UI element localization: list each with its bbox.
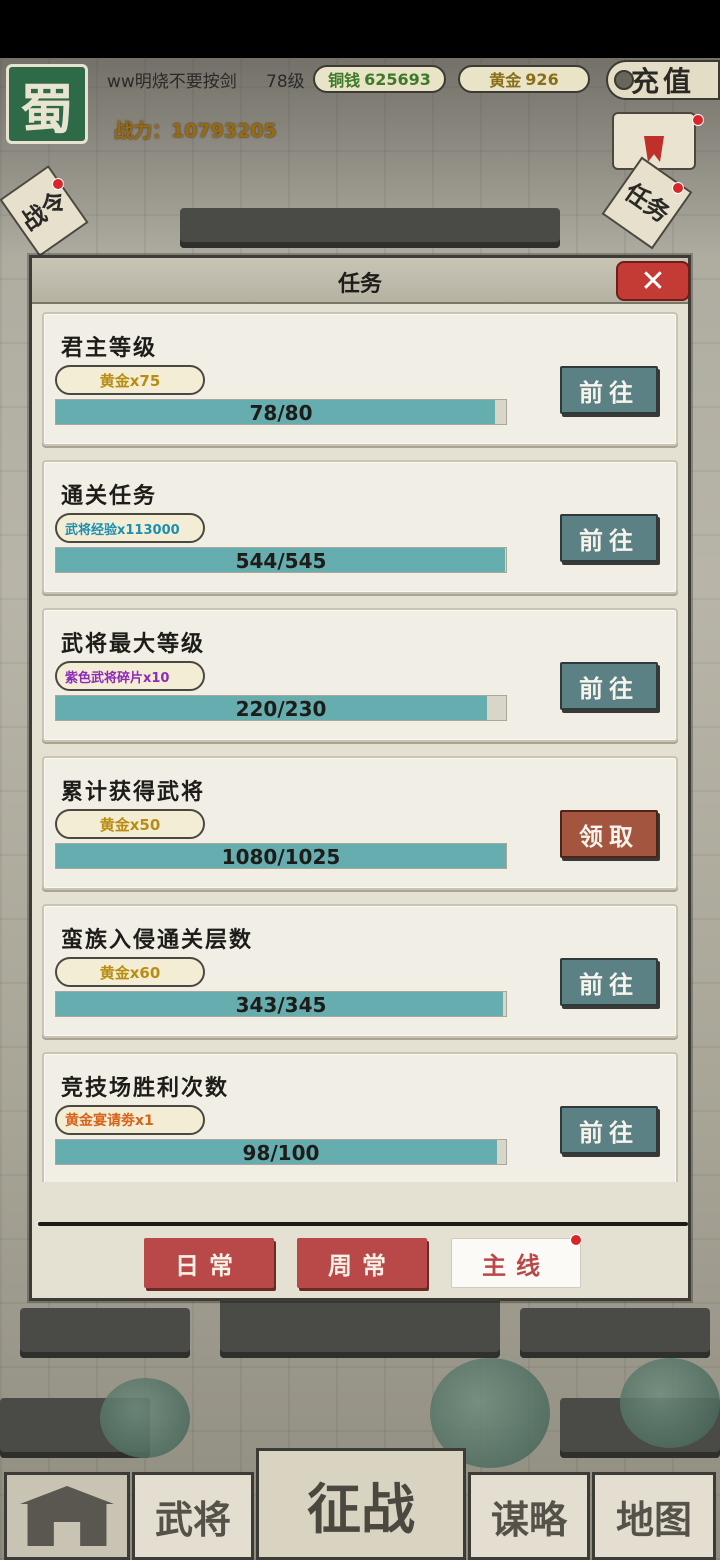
task-card: 竞技场胜利次数黄金宴请劵x1 98/100 前往 [42,1052,678,1182]
close-button[interactable]: ✕ [616,261,690,301]
progress-text: 98/100 [242,1141,320,1165]
building-roof [520,1308,710,1358]
task-title: 累计获得武将 [61,780,206,805]
power-label: 战力： [114,120,172,142]
gold-value: 926 [525,69,559,89]
task-title: 竞技场胜利次数 [61,1076,230,1101]
nav-strategy[interactable]: 谋略 [468,1472,590,1560]
progress-bar: 78/80 [55,399,507,425]
dialog-title: 任务 [337,272,382,297]
gold-label: 黄金 [489,71,522,90]
reward-badge: 黄金x60 [55,957,205,987]
task-card: 通关任务武将经验x113000 544/545 前往 [42,460,678,594]
recharge-label: 充值 [630,65,695,98]
tab-label: 日常 [175,1251,243,1280]
copper-value: 625693 [364,69,431,89]
tree [620,1358,720,1448]
task-list[interactable]: 君主等级 黄金x75 78/80 前往 通关任务 武将经验x113000 544/545 前往… [42,312,678,1182]
task-card: 累计获得武将黄金x50 1080/1025 领取 [42,756,678,890]
reward-badge: 黄金宴请劵x1 [55,1105,205,1135]
tab-label: 主线 [482,1251,550,1280]
nav-generals[interactable]: 武将 [132,1472,254,1560]
building-roof [220,1298,500,1358]
player-level: 78级 [266,72,305,92]
tab-weekly[interactable]: 周常 [297,1238,427,1288]
coin-icon [614,70,634,90]
dialog-header: 任务 ✕ [32,258,690,304]
reward-badge: 黄金x50 [55,809,205,839]
task-title: 通关任务 [61,484,158,509]
gold-currency: 黄金 926 [458,65,590,93]
building-roof [20,1308,190,1358]
close-icon: ✕ [640,263,666,299]
city-gate-icon [20,1486,114,1546]
tree [100,1378,190,1458]
goto-button[interactable]: 前往 [560,958,658,1006]
notification-dot [692,114,704,126]
reward-badge: 武将经验x113000 [55,513,205,543]
progress-text: 343/345 [235,993,327,1017]
progress-text: 78/80 [249,401,313,425]
nav-home[interactable] [4,1472,130,1560]
notification-dot [672,182,684,194]
notification-dot [570,1234,582,1246]
progress-bar: 343/345 [55,991,507,1017]
tab-divider [38,1222,688,1226]
copper-label: 铜钱 [328,71,361,90]
reward-badge: 紫色武将碎片x10 [55,661,205,691]
task-card: 蛮族入侵通关层数黄金x60 343/345 前往 [42,904,678,1038]
task-dialog: 任务 ✕ 君主等级 黄金x75 78/80 前往 通关任务 武将经验x113000 544/… [29,255,691,1301]
copper-currency: 铜钱 625693 [313,65,446,93]
bottom-navigation: 武将 征战 谋略 地图 [0,1448,720,1560]
recharge-button[interactable]: 充值 [606,60,720,100]
power-value: 10793205 [171,120,277,142]
nav-campaign[interactable]: 征战 [256,1448,466,1560]
tab-label: 周常 [328,1251,396,1280]
player-name: ww明烧不要按剑 [107,72,237,92]
progress-bar: 1080/1025 [55,843,507,869]
reward-badge: 黄金x75 [55,365,205,395]
goto-button[interactable]: 前往 [560,514,658,562]
nav-map[interactable]: 地图 [592,1472,716,1560]
progress-text: 220/230 [235,697,327,721]
building-roof [180,208,560,248]
goto-button[interactable]: 前往 [560,366,658,414]
tab-daily[interactable]: 日常 [144,1238,274,1288]
task-card: 武将最大等级紫色武将碎片x10 220/230 前往 [42,608,678,742]
progress-bar: 220/230 [55,695,507,721]
combat-power: 战力：10793205 [114,116,277,143]
goto-button[interactable]: 前往 [560,1106,658,1154]
task-title: 武将最大等级 [61,632,206,657]
kingdom-badge[interactable]: 蜀 [6,64,88,144]
tab-main-story[interactable]: 主线 [451,1238,581,1288]
task-card: 君主等级黄金x75 78/80 前往 [42,312,678,446]
claim-button[interactable]: 领取 [560,810,658,858]
progress-text: 544/545 [235,549,327,573]
scroll-icon [612,112,696,170]
progress-text: 1080/1025 [221,845,341,869]
progress-bar: 98/100 [55,1139,507,1165]
notification-dot [52,178,64,190]
progress-bar: 544/545 [55,547,507,573]
task-title: 蛮族入侵通关层数 [61,928,254,953]
task-title: 君主等级 [61,336,158,361]
goto-button[interactable]: 前往 [560,662,658,710]
